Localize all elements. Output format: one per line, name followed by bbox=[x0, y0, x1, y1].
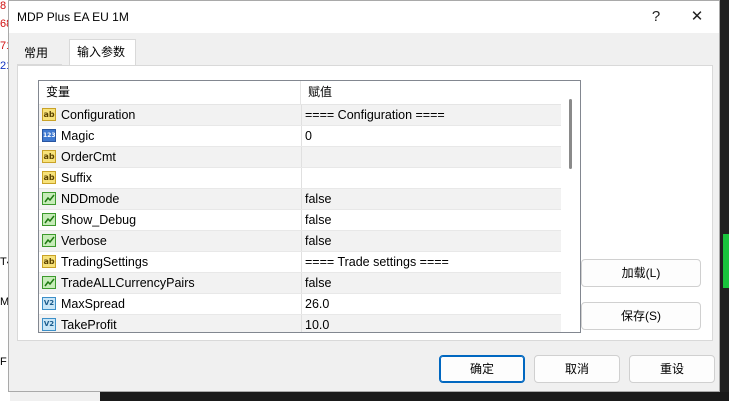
boolean-type-icon bbox=[42, 234, 56, 247]
double-type-icon: V2 bbox=[42, 318, 56, 331]
title-bar: MDP Plus EA EU 1M ? ✕ bbox=[9, 1, 719, 33]
parameter-value[interactable]: false bbox=[305, 189, 559, 209]
integer-type-icon: 123 bbox=[42, 129, 56, 142]
grid-header: 变量 赋值 bbox=[39, 81, 561, 105]
column-separator bbox=[301, 105, 302, 125]
parameter-value[interactable]: 26.0 bbox=[305, 294, 559, 314]
parameter-row[interactable]: ab Configuration ==== Configuration ==== bbox=[39, 105, 561, 126]
parameter-row[interactable]: V2 MaxSpread 26.0 bbox=[39, 294, 561, 315]
parameter-row[interactable]: TradeALLCurrencyPairs false bbox=[39, 273, 561, 294]
string-type-icon: ab bbox=[42, 150, 56, 163]
parameter-value[interactable]: 0 bbox=[305, 126, 559, 146]
parameter-name: Configuration bbox=[61, 108, 136, 122]
parameters-grid: 变量 赋值 ab Configuration ==== Configuration … bbox=[38, 80, 581, 333]
close-icon[interactable]: ✕ bbox=[682, 5, 712, 29]
boolean-type-icon bbox=[42, 192, 56, 205]
parameter-row[interactable]: ab TradingSettings ==== Trade settings ===… bbox=[39, 252, 561, 273]
parameter-row[interactable]: ab Suffix bbox=[39, 168, 561, 189]
parameter-row[interactable]: ab OrderCmt bbox=[39, 147, 561, 168]
column-separator bbox=[301, 189, 302, 209]
background-text-fragment: 8 bbox=[0, 0, 7, 12]
background-app-bottom bbox=[100, 392, 729, 401]
column-separator bbox=[301, 231, 302, 251]
boolean-type-icon bbox=[42, 276, 56, 289]
parameter-name: Magic bbox=[61, 129, 95, 143]
load-button[interactable]: 加载(L) bbox=[581, 259, 701, 287]
ok-button[interactable]: 确定 bbox=[439, 355, 525, 383]
vertical-scrollbar[interactable] bbox=[561, 81, 580, 332]
reset-button[interactable]: 重设 bbox=[629, 355, 715, 383]
parameter-value[interactable] bbox=[305, 147, 559, 167]
parameter-value[interactable]: 10.0 bbox=[305, 315, 559, 332]
tab-inputs[interactable]: 输入参数 bbox=[69, 39, 136, 66]
parameter-value[interactable]: ==== Trade settings ==== bbox=[305, 252, 559, 272]
ea-properties-dialog: MDP Plus EA EU 1M ? ✕ 常用 输入参数 变量 赋值 ab Co… bbox=[8, 0, 720, 392]
parameter-value[interactable] bbox=[305, 168, 559, 188]
inputs-panel: 变量 赋值 ab Configuration ==== Configuration … bbox=[17, 65, 713, 341]
tab-general[interactable]: 常用 bbox=[17, 41, 62, 65]
column-separator bbox=[301, 126, 302, 146]
parameter-row[interactable]: V2 TakeProfit 10.0 bbox=[39, 315, 561, 332]
double-type-icon: V2 bbox=[42, 297, 56, 310]
column-header-value[interactable]: 赋值 bbox=[301, 81, 561, 104]
parameter-row[interactable]: NDDmode false bbox=[39, 189, 561, 210]
cancel-button[interactable]: 取消 bbox=[534, 355, 620, 383]
boolean-type-icon bbox=[42, 213, 56, 226]
string-type-icon: ab bbox=[42, 171, 56, 184]
column-separator bbox=[301, 147, 302, 167]
parameter-name: OrderCmt bbox=[61, 150, 116, 164]
parameter-name: TradeALLCurrencyPairs bbox=[61, 276, 195, 290]
column-separator bbox=[301, 168, 302, 188]
parameter-value[interactable]: false bbox=[305, 273, 559, 293]
parameter-name: MaxSpread bbox=[61, 297, 125, 311]
parameter-row[interactable]: Verbose false bbox=[39, 231, 561, 252]
parameter-value[interactable]: false bbox=[305, 231, 559, 251]
parameter-name: Verbose bbox=[61, 234, 107, 248]
parameter-name: NDDmode bbox=[61, 192, 120, 206]
column-separator bbox=[301, 294, 302, 314]
string-type-icon: ab bbox=[42, 108, 56, 121]
column-header-variable[interactable]: 变量 bbox=[39, 81, 301, 104]
background-text-fragment: F bbox=[0, 356, 7, 368]
column-separator bbox=[301, 252, 302, 272]
parameter-value[interactable]: false bbox=[305, 210, 559, 230]
string-type-icon: ab bbox=[42, 255, 56, 268]
column-separator bbox=[301, 315, 302, 332]
help-icon[interactable]: ? bbox=[641, 5, 671, 29]
parameter-row[interactable]: Show_Debug false bbox=[39, 210, 561, 231]
parameter-name: TradingSettings bbox=[61, 255, 149, 269]
scrollbar-thumb[interactable] bbox=[569, 99, 572, 169]
parameter-name: Show_Debug bbox=[61, 213, 137, 227]
parameter-rows: ab Configuration ==== Configuration ==== 12… bbox=[39, 105, 561, 332]
parameter-name: Suffix bbox=[61, 171, 93, 185]
column-separator bbox=[301, 273, 302, 293]
parameter-value[interactable]: ==== Configuration ==== bbox=[305, 105, 559, 125]
parameter-name: TakeProfit bbox=[61, 318, 117, 332]
save-button[interactable]: 保存(S) bbox=[581, 302, 701, 330]
dialog-title: MDP Plus EA EU 1M bbox=[17, 10, 129, 24]
column-separator bbox=[301, 210, 302, 230]
background-chart-bar bbox=[723, 234, 729, 288]
parameter-row[interactable]: 123 Magic 0 bbox=[39, 126, 561, 147]
